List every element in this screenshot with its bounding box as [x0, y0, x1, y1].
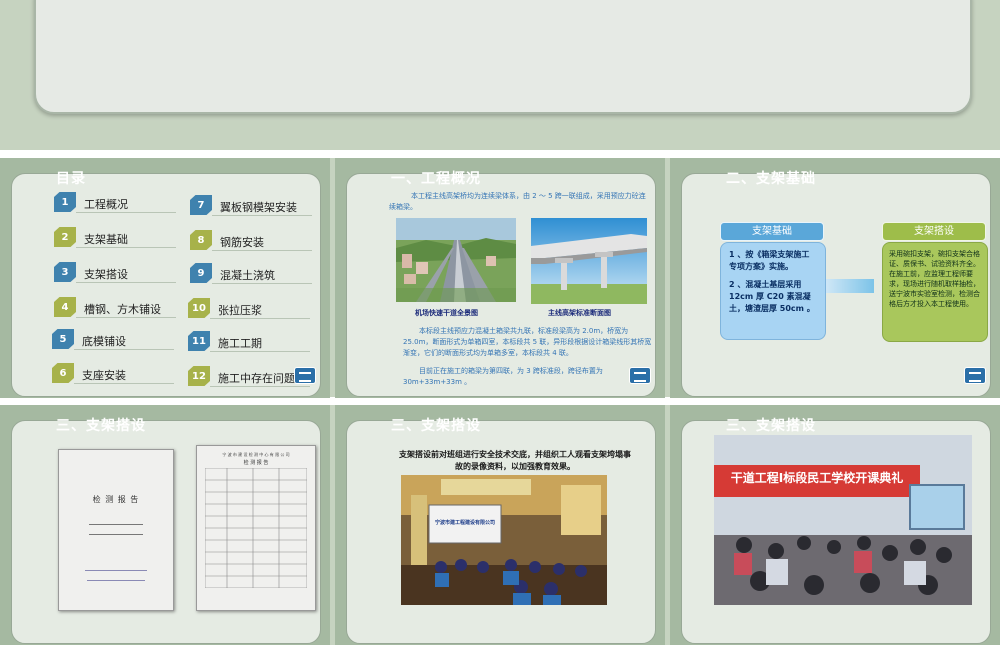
toc-number-badge: 1 [54, 192, 76, 212]
body-text-2: 目前正在施工的箱梁为第四联，为 3 跨标准段，跨径布置为 30m+33m+33m… [403, 367, 603, 386]
report-table-title: 检 测 报 告 [243, 460, 269, 466]
toc-underline [76, 282, 176, 283]
toc-number-badge: 9 [190, 263, 212, 283]
text-line [85, 570, 147, 571]
toc-item-label: 施工中存在问题 [218, 372, 295, 385]
toc-number-badge: 5 [52, 329, 74, 349]
slide-worker-school[interactable]: 三、支架搭设 干道工程Ⅰ标段民工学校开课典礼 [670, 405, 1000, 645]
bridge-section-render [531, 218, 647, 304]
toc-number-badge: 4 [54, 297, 76, 317]
toc-number-badge: 3 [54, 262, 76, 282]
test-report-cover: 检 测 报 告 [58, 449, 174, 611]
arrow-connector [826, 279, 874, 293]
slide-title: 目录 [56, 171, 86, 187]
toc-item-label: 槽钢、方木铺设 [84, 303, 161, 316]
row-separator [0, 397, 1000, 405]
toc-item-label: 支架搭设 [84, 268, 128, 281]
toc-item-label: 支架基础 [84, 233, 128, 246]
highway-aerial-photo [396, 218, 516, 302]
foundation-details-box: 1 、按《箱梁支架施工专项方案》实施。 2 、混凝土基层采用 12cm 厚 C2… [720, 242, 826, 340]
toc-underline [210, 386, 310, 387]
row-separator [0, 150, 1000, 158]
toc-number-badge: 10 [188, 298, 210, 318]
toc-number-badge: 8 [190, 230, 212, 250]
worker-school-photo: 干道工程Ⅰ标段民工学校开课典礼 [714, 435, 972, 605]
slide-overview[interactable]: 一、工程概况 本工程主线高架桥均为连续梁体系，由 2 ～ 5 跨一联组成，采用预… [335, 158, 665, 398]
text-line [89, 534, 143, 535]
toc-item-label: 施工工期 [218, 337, 262, 350]
toc-underline [76, 317, 176, 318]
meeting-notice: 支架搭设前对班组进行安全技术交底，并组织工人观看支架垮塌事故的录像资料，以加强教… [399, 450, 631, 471]
toc-item-2[interactable]: 2 支架基础 [54, 227, 184, 249]
toc-underline [74, 349, 174, 350]
tag-scaffold: 支架搭设 [882, 222, 986, 241]
toc-underline [210, 351, 310, 352]
scaffold-details-text: 采用碗扣支架，碗扣支架合格证、质保书、试验资料齐全。在施工前，应监理工程师要求，… [889, 250, 980, 308]
toc-item-8[interactable]: 8 钢筋安装 [190, 230, 320, 252]
toc-underline [76, 212, 176, 213]
slide-title: 二、支架基础 [726, 171, 816, 187]
toc-underline [212, 283, 312, 284]
tag-foundation: 支架基础 [720, 222, 824, 241]
toc-underline [212, 250, 312, 251]
toc-item-10[interactable]: 10 张拉压浆 [188, 298, 318, 320]
toc-item-label: 翼板钢模架安装 [220, 201, 297, 214]
toc-number-badge: 2 [54, 227, 76, 247]
toc-item-label: 混凝土浇筑 [220, 269, 275, 282]
slide-scaffold-meeting[interactable]: 三、支架搭设 支架搭设前对班组进行安全技术交底，并组织工人观看支架垮塌事故的录像… [335, 405, 665, 645]
text-line [89, 524, 143, 525]
toc-underline [74, 383, 174, 384]
caption-left: 机场快速干道全景图 [415, 309, 478, 317]
toc-item-label: 工程概况 [84, 198, 128, 211]
ceremony-banner: 干道工程Ⅰ标段民工学校开课典礼 [730, 471, 904, 485]
foundation-point-2: 2 、混凝土基层采用 12cm 厚 C20 素混凝土，塘渣层厚 50cm 。 [729, 280, 815, 313]
scaffold-details-box: 采用碗扣支架，碗扣支架合格证、质保书、试验资料齐全。在施工前，应监理工程师要求，… [882, 242, 988, 342]
projection-screen-text: 宁波市建工程建设有限公司 [434, 520, 495, 526]
slide-toc[interactable]: 目录 1 工程概况 2 支架基础 3 支架搭设 4 槽钢、方木铺设 5 底模铺设 6 支座安装 7 翼板钢… [0, 158, 330, 398]
slide-scaffold-docs[interactable]: 三、支架搭设 检 测 报 告 宁 波 市 建 设 检 测 中 心 有 限 公 司… [0, 405, 330, 645]
slide-title: 三、支架搭设 [726, 418, 816, 434]
toc-item-label: 支座安装 [82, 369, 126, 382]
report-grid [205, 468, 307, 588]
slide-title: 一、工程概况 [391, 171, 481, 187]
slide-logo-icon [629, 367, 651, 384]
toc-underline [212, 215, 312, 216]
body-text-1: 本标段主线预应力混凝土箱梁共九联，标准段梁高为 2.0m，桥宽为 25.0m，断… [403, 327, 652, 357]
toc-item-3[interactable]: 3 支架搭设 [54, 262, 184, 284]
toc-number-badge: 6 [52, 363, 74, 383]
toc-underline [76, 247, 176, 248]
slide-title: 三、支架搭设 [391, 418, 481, 434]
toc-item-label: 底模铺设 [82, 335, 126, 348]
toc-underline [210, 318, 310, 319]
training-meeting-photo: 宁波市建工程建设有限公司 [401, 475, 607, 605]
toc-item-5[interactable]: 5 底模铺设 [52, 329, 182, 351]
intro-text: 本工程主线高架桥均为连续梁体系，由 2 ～ 5 跨一联组成，采用预应力砼连续箱梁… [389, 192, 646, 211]
slide-title: 三、支架搭设 [56, 418, 146, 434]
toc-item-label: 钢筋安装 [220, 236, 264, 249]
report-title: 检 测 报 告 [92, 495, 140, 504]
foundation-point-1: 1 、按《箱梁支架施工专项方案》实施。 [729, 250, 810, 271]
toc-item-label: 张拉压浆 [218, 304, 262, 317]
toc-number-badge: 12 [188, 366, 210, 386]
previous-slide-thumbnail[interactable] [34, 0, 972, 114]
toc-number-badge: 11 [188, 331, 210, 351]
test-report-table: 宁 波 市 建 设 检 测 中 心 有 限 公 司 检 测 报 告 [196, 445, 316, 611]
report-header: 宁 波 市 建 设 检 测 中 心 有 限 公 司 [222, 452, 290, 457]
toc-item-7[interactable]: 7 翼板钢模架安装 [190, 195, 320, 217]
text-line [87, 580, 145, 581]
toc-item-4[interactable]: 4 槽钢、方木铺设 [54, 297, 184, 319]
slide-logo-icon [964, 367, 986, 384]
slide-foundation[interactable]: 二、支架基础 支架基础 支架搭设 1 、按《箱梁支架施工专项方案》实施。 2 、… [670, 158, 1000, 398]
toc-item-11[interactable]: 11 施工工期 [188, 331, 318, 353]
toc-item-1[interactable]: 1 工程概况 [54, 192, 184, 214]
toc-item-9[interactable]: 9 混凝土浇筑 [190, 263, 320, 285]
slide-logo-icon [294, 367, 316, 384]
toc-number-badge: 7 [190, 195, 212, 215]
toc-item-6[interactable]: 6 支座安装 [52, 363, 182, 385]
caption-right: 主线高架标准断面图 [548, 309, 611, 317]
